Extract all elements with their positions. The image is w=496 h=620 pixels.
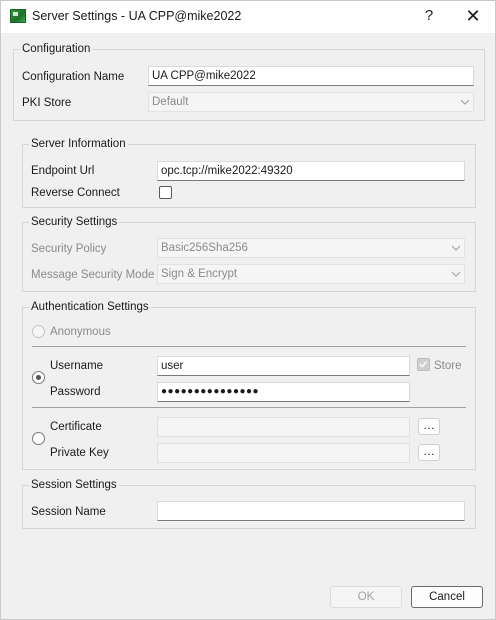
reverse-connect-checkbox[interactable] (159, 186, 172, 199)
reverse-connect-label: Reverse Connect (31, 187, 120, 199)
endpoint-url-label: Endpoint Url (31, 165, 95, 177)
server-settings-dialog: Server Settings - UA CPP@mike2022 ? ✕ Co… (0, 0, 496, 620)
endpoint-url-field[interactable]: opc.tcp://mike2022:49320 (157, 161, 465, 181)
certificate-browse-button[interactable]: … (418, 418, 440, 435)
certificate-radio[interactable] (32, 432, 45, 445)
session-settings-legend: Session Settings (29, 478, 119, 492)
message-security-mode-label: Message Security Mode (31, 269, 155, 281)
pki-store-value: Default (152, 96, 189, 108)
cancel-button[interactable]: Cancel (411, 586, 483, 608)
security-policy-label: Security Policy (31, 243, 107, 255)
configuration-legend: Configuration (20, 42, 93, 56)
certificate-field[interactable] (157, 417, 410, 437)
divider (32, 407, 466, 408)
username-field[interactable]: user (157, 356, 410, 376)
window-title: Server Settings - UA CPP@mike2022 (32, 9, 242, 23)
title-bar: Server Settings - UA CPP@mike2022 ? ✕ (1, 1, 495, 33)
server-information-legend: Server Information (29, 137, 128, 151)
username-radio[interactable] (32, 371, 45, 384)
pki-store-select: Default (148, 92, 474, 112)
ok-button[interactable]: OK (330, 586, 402, 608)
security-settings-legend: Security Settings (29, 215, 120, 229)
authentication-settings-legend: Authentication Settings (29, 300, 151, 314)
private-key-field[interactable] (157, 443, 410, 463)
app-icon (10, 9, 26, 23)
anonymous-radio[interactable] (32, 325, 45, 338)
private-key-label: Private Key (50, 447, 109, 459)
checkmark-icon (419, 361, 427, 368)
username-label: Username (50, 360, 104, 372)
anonymous-label: Anonymous (50, 326, 111, 338)
help-icon[interactable]: ? (419, 6, 439, 26)
divider (32, 346, 466, 347)
security-policy-value: Basic256Sha256 (161, 242, 248, 254)
close-icon[interactable]: ✕ (463, 6, 483, 26)
chevron-down-icon (452, 245, 460, 251)
pki-store-label: PKI Store (22, 97, 72, 109)
password-field[interactable]: ●●●●●●●●●●●●●●● (157, 382, 410, 402)
private-key-browse-button[interactable]: … (418, 444, 440, 461)
store-checkbox[interactable] (417, 358, 430, 371)
configuration-name-field[interactable]: UA CPP@mike2022 (148, 66, 474, 86)
chevron-down-icon (452, 271, 460, 277)
certificate-label: Certificate (50, 421, 102, 433)
message-security-mode-value: Sign & Encrypt (161, 268, 238, 280)
session-name-field[interactable] (157, 501, 465, 521)
password-label: Password (50, 386, 101, 398)
security-policy-select: Basic256Sha256 (157, 238, 465, 258)
message-security-mode-select: Sign & Encrypt (157, 264, 465, 284)
store-label: Store (434, 360, 462, 372)
configuration-name-label: Configuration Name (22, 71, 125, 83)
chevron-down-icon (461, 99, 469, 105)
session-name-label: Session Name (31, 506, 106, 518)
